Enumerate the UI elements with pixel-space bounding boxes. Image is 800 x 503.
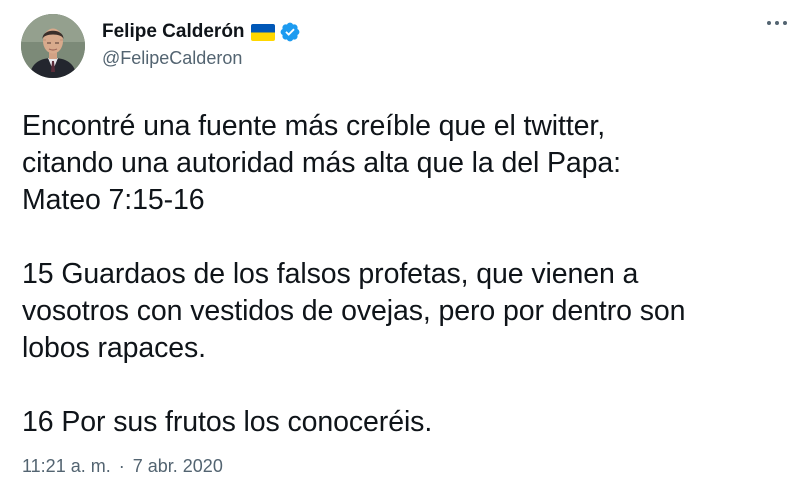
- tweet-paragraph: Encontré una fuente más creíble que el t…: [22, 108, 782, 219]
- meta-separator: ·: [118, 456, 125, 476]
- text-line: lobos rapaces.: [22, 332, 206, 364]
- text-line: 15 Guardaos de los falsos profetas, que …: [22, 258, 639, 290]
- ukraine-flag-icon: [250, 23, 275, 41]
- tweet-paragraph: 15 Guardaos de los falsos profetas, que …: [22, 256, 782, 367]
- text-line: Mateo 7:15-16: [22, 184, 205, 216]
- tweet-time: 11:21 a. m.: [22, 456, 111, 476]
- tweet-text: Encontré una fuente más creíble que el t…: [22, 108, 782, 441]
- tweet-date: 7 abr. 2020: [132, 456, 223, 476]
- more-horizontal-icon: [767, 21, 787, 25]
- text-line: 16 Por sus frutos los conoceréis.: [22, 406, 433, 438]
- avatar[interactable]: [21, 14, 85, 78]
- tweet-header: Felipe Calderón @FelipeCalderon: [21, 14, 779, 84]
- text-line: vosotros con vestidos de ovejas, pero po…: [22, 295, 686, 327]
- avatar-portrait-image: [21, 14, 85, 78]
- tweet-card: Felipe Calderón @FelipeCalderon Encontré…: [0, 0, 800, 503]
- author-names: Felipe Calderón @FelipeCalderon: [102, 19, 301, 69]
- tweet-timestamp[interactable]: 11:21 a. m. · 7 abr. 2020: [22, 456, 223, 477]
- text-line: Encontré una fuente más creíble que el t…: [22, 110, 606, 142]
- author-handle[interactable]: @FelipeCalderon: [102, 48, 301, 69]
- name-row: Felipe Calderón: [102, 19, 301, 45]
- more-options-button[interactable]: [760, 8, 794, 38]
- verified-badge-icon[interactable]: [279, 21, 301, 43]
- tweet-paragraph: 16 Por sus frutos los conoceréis.: [22, 404, 782, 441]
- display-name[interactable]: Felipe Calderón: [102, 21, 245, 43]
- text-line: citando una autoridad más alta que la de…: [22, 147, 621, 179]
